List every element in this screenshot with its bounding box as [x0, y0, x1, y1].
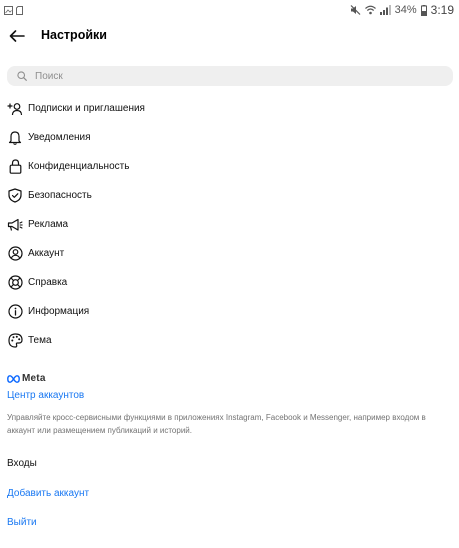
settings-menu: Подписки и приглашения Уведомления Конфи…	[0, 94, 459, 355]
menu-item-ads[interactable]: Реклама	[0, 210, 459, 239]
menu-item-theme[interactable]: Тема	[0, 326, 459, 355]
menu-item-help[interactable]: Справка	[0, 268, 459, 297]
header: Настройки	[0, 22, 459, 50]
clock: 3:19	[430, 3, 454, 17]
menu-item-label: Тема	[28, 335, 52, 346]
menu-item-notifications[interactable]: Уведомления	[0, 123, 459, 152]
page-title: Настройки	[41, 28, 107, 42]
menu-item-about[interactable]: Информация	[0, 297, 459, 326]
menu-item-label: Информация	[28, 306, 90, 317]
sd-card-icon	[16, 5, 23, 15]
back-button[interactable]	[6, 25, 28, 47]
status-left-icons	[4, 5, 23, 15]
add-account-link[interactable]: Добавить аккаунт	[7, 488, 89, 499]
menu-item-follow-invite[interactable]: Подписки и приглашения	[0, 94, 459, 123]
menu-item-label: Уведомления	[28, 132, 91, 143]
account-icon	[7, 246, 23, 262]
logout-link[interactable]: Выйти	[7, 517, 37, 528]
menu-item-account[interactable]: Аккаунт	[0, 239, 459, 268]
search-input[interactable]: Поиск	[7, 66, 453, 86]
menu-item-label: Реклама	[28, 219, 69, 230]
menu-item-privacy[interactable]: Конфиденциальность	[0, 152, 459, 181]
logins-section-title: Входы	[7, 458, 37, 469]
menu-item-label: Справка	[28, 277, 68, 288]
meta-infinity-icon	[7, 374, 20, 383]
status-bar: 34% 3:19	[0, 0, 459, 20]
search-icon	[17, 71, 27, 81]
signal-icon	[379, 5, 391, 15]
accounts-center-description: Управляйте кросс-сервисными функциями в …	[7, 413, 426, 435]
shield-icon	[7, 188, 23, 204]
battery-icon	[420, 4, 427, 16]
wifi-icon	[364, 5, 376, 15]
info-icon	[7, 304, 23, 320]
mute-icon	[350, 5, 361, 15]
menu-item-label: Безопасность	[28, 190, 92, 201]
lock-icon	[7, 159, 23, 175]
menu-item-label: Конфиденциальность	[28, 161, 130, 172]
megaphone-icon	[7, 217, 23, 233]
menu-item-security[interactable]: Безопасность	[0, 181, 459, 210]
arrow-left-icon	[9, 30, 25, 42]
meta-section: Meta Центр аккаунтов Управляйте кросс-се…	[7, 372, 453, 437]
battery-percent: 34%	[394, 4, 417, 16]
search-placeholder: Поиск	[35, 70, 63, 82]
menu-item-label: Подписки и приглашения	[28, 103, 145, 114]
lifebuoy-icon	[7, 275, 23, 291]
accounts-center-link[interactable]: Центр аккаунтов	[7, 390, 84, 401]
add-person-icon	[7, 101, 23, 117]
meta-logo-text: Meta	[22, 373, 46, 384]
menu-item-label: Аккаунт	[28, 248, 65, 259]
meta-logo: Meta	[7, 372, 453, 385]
bell-icon	[7, 130, 23, 146]
status-right: 34% 3:19	[350, 3, 454, 17]
gallery-icon	[4, 5, 13, 15]
palette-icon	[7, 333, 23, 349]
